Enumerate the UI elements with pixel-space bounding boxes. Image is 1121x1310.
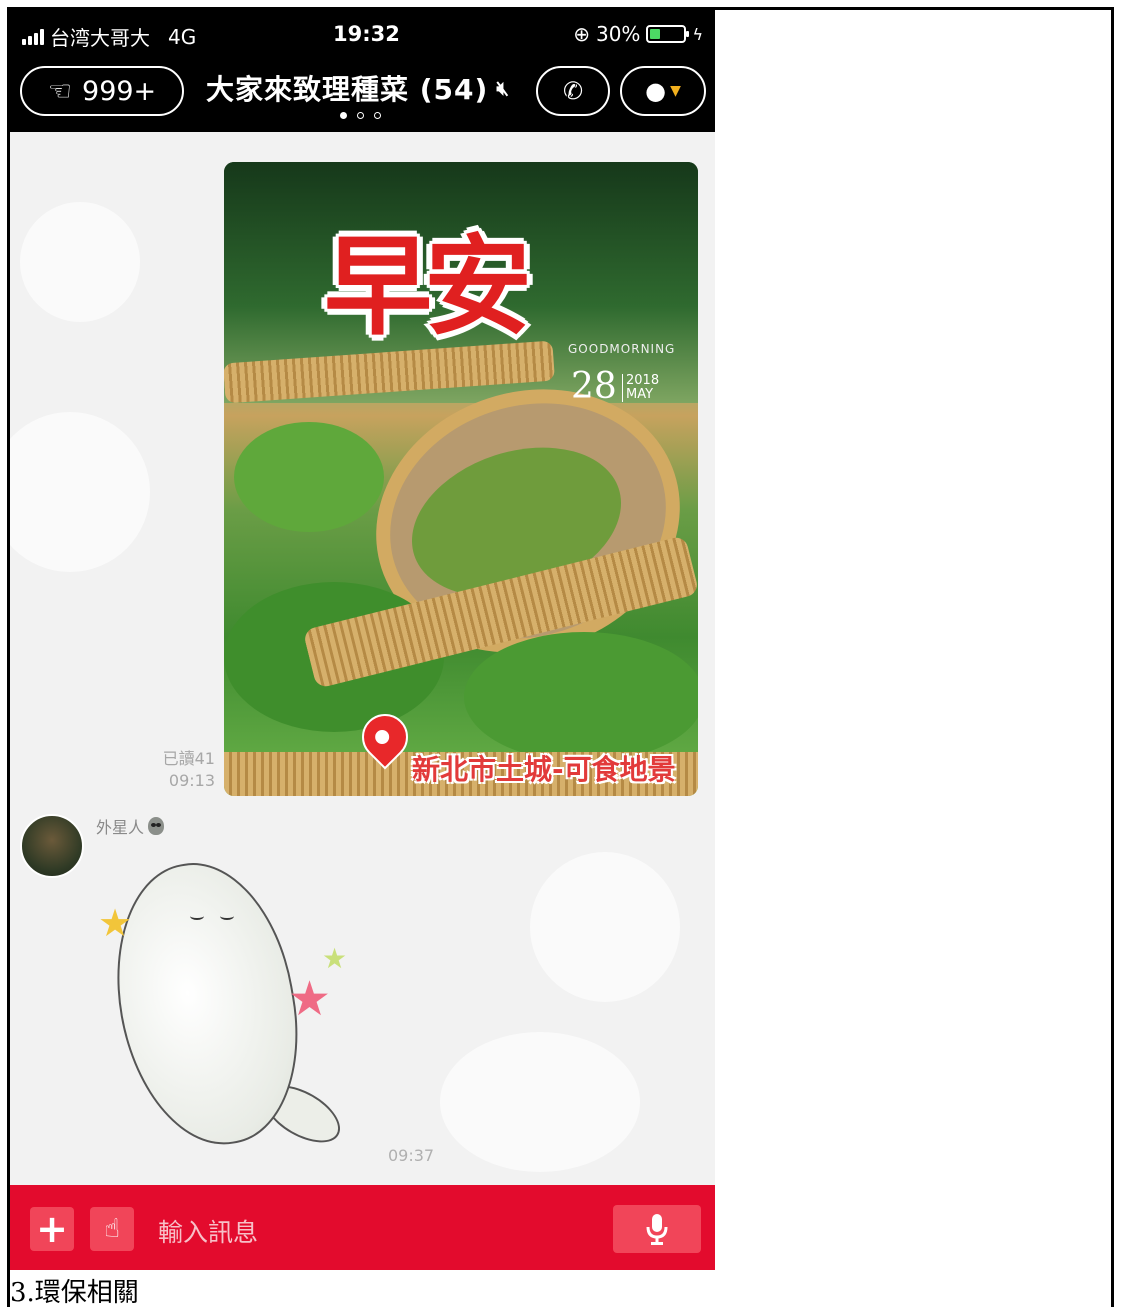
document-caption: 3.環保相關 (10, 1278, 139, 1308)
status-right: ⊕ 30% ϟ (573, 22, 703, 46)
status-left: 台湾大哥大 4G (22, 22, 196, 51)
back-button[interactable]: ☜ 999+ (20, 66, 184, 116)
message-image[interactable]: 早安 GOODMORNING 28 2018 MAY 新北市土城-可食地景 (224, 162, 698, 796)
microphone-button[interactable] (613, 1205, 701, 1253)
date-day: 28 (571, 366, 617, 407)
chevron-down-icon: ▼ (670, 83, 681, 99)
star-icon: ★ (288, 971, 332, 1027)
rotation-lock-icon: ⊕ (573, 22, 590, 46)
mute-icon: 🔇︎ (496, 76, 510, 100)
background-pattern (440, 1032, 640, 1172)
star-icon: ★ (322, 942, 348, 975)
chat-header: ☜ 999+ 大家來致理種菜 (54) 🔇︎ ✆ ● ▼ (10, 66, 715, 118)
microphone-icon (646, 1214, 668, 1245)
read-status: 已讀41 (162, 749, 215, 768)
back-hand-icon: ☜ (47, 75, 73, 107)
location-text: 新北市土城-可食地景 (412, 753, 676, 786)
greeting-text: 早安 (324, 224, 532, 350)
signal-icon (22, 28, 44, 45)
background-pattern (530, 852, 680, 1002)
chat-title[interactable]: 大家來致理種菜 (54) 🔇︎ (206, 68, 510, 108)
message-input[interactable]: 輸入訊息 (158, 1213, 258, 1249)
date-year: 2018 (626, 373, 660, 388)
sticker-button[interactable]: ☝ (90, 1207, 134, 1251)
network-label: 4G (168, 24, 197, 49)
phone-icon: ✆ (562, 77, 584, 105)
sticker-seal-eye (220, 912, 234, 920)
background-pattern (20, 202, 140, 322)
battery-percent: 30% (595, 22, 641, 46)
sticker-seal-eye (190, 912, 204, 920)
date-year-month: 2018 MAY (622, 374, 659, 402)
message-time: 09:13 (168, 771, 215, 790)
menu-button[interactable]: ● ▼ (620, 66, 706, 116)
top-bar: 台湾大哥大 4G 19:32 ⊕ 30% ϟ ☜ 999+ 大家來致理種菜 (5… (10, 10, 715, 132)
chat-area[interactable]: 早安 GOODMORNING 28 2018 MAY 新北市土城-可食地景 已讀… (10, 132, 715, 1194)
battery-icon (646, 25, 690, 43)
clock: 19:32 (333, 22, 400, 46)
background-pattern (10, 412, 150, 572)
avatar[interactable] (20, 814, 84, 878)
photo-vegetables (464, 632, 698, 762)
add-button[interactable]: + (30, 1207, 74, 1251)
carrier-label: 台湾大哥大 (50, 26, 150, 50)
group-name: 大家來致理種菜 (54) (206, 73, 489, 106)
hand-pointer-icon: ☝ (104, 1214, 120, 1244)
unread-count: 999+ (82, 75, 157, 107)
phone-screenshot: 台湾大哥大 4G 19:32 ⊕ 30% ϟ ☜ 999+ 大家來致理種菜 (5… (10, 10, 715, 1270)
sender-name[interactable]: 外星人 (96, 814, 165, 838)
date-month: MAY (626, 387, 654, 402)
call-button[interactable]: ✆ (536, 66, 610, 116)
sticker-time: 09:37 (388, 1146, 435, 1165)
alien-icon (148, 817, 165, 835)
charging-icon: ϟ (692, 24, 703, 44)
photo-vegetables (234, 422, 384, 532)
message-meta: 已讀41 09:13 (163, 748, 215, 792)
star-icon: ★ (98, 901, 133, 945)
mickey-icon: ● (645, 77, 667, 105)
sender-label: 外星人 (96, 818, 145, 837)
input-bar: + ☝ 輸入訊息 (10, 1185, 715, 1270)
page-indicator (340, 112, 381, 119)
status-bar: 台湾大哥大 4G 19:32 ⊕ 30% ϟ (10, 18, 715, 51)
goodmorning-text: GOODMORNING (568, 342, 676, 356)
seal-sticker[interactable]: ★ ★ ★ (90, 842, 380, 1172)
